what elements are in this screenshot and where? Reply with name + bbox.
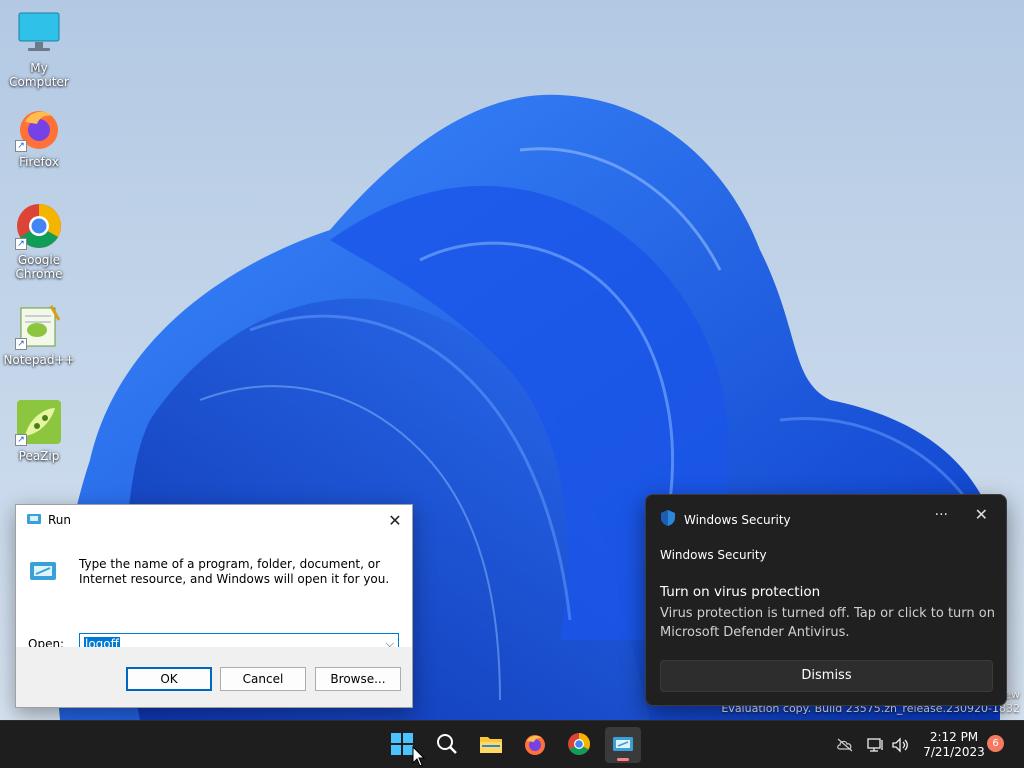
desktop-icon-label: Firefox (19, 155, 59, 169)
mouse-cursor-icon (412, 746, 426, 767)
run-icon (26, 512, 42, 529)
toast-header-title: Windows Security (684, 512, 791, 527)
close-icon[interactable]: ✕ (975, 505, 988, 524)
search-icon (436, 733, 458, 758)
file-explorer-button[interactable] (473, 727, 509, 763)
run-dialog: Run ✕ Type the name of a program, folder… (15, 504, 413, 708)
clock-date: 7/21/2023 (923, 745, 985, 759)
ok-button[interactable]: OK (126, 667, 212, 691)
run-icon (612, 735, 634, 756)
desktop-icon-label: Notepad++ (3, 353, 75, 367)
active-indicator (617, 758, 629, 761)
desktop-icon-my-computer[interactable]: My Computer (2, 10, 76, 89)
close-icon: ✕ (388, 510, 402, 530)
desktop-icon-peazip[interactable]: ↗ PeaZip (2, 398, 76, 463)
run-taskbar-button[interactable] (605, 727, 641, 763)
taskbar-clock[interactable]: 2:12 PM 7/21/2023 (920, 730, 988, 760)
chrome-icon: ↗ (15, 202, 63, 250)
windows-security-toast[interactable]: Windows Security ··· ✕ Windows Security … (645, 494, 1007, 706)
desktop-icon-chrome[interactable]: ↗ Google Chrome (2, 202, 76, 281)
volume-icon[interactable] (890, 735, 910, 755)
network-icon[interactable] (866, 735, 886, 755)
monitor-icon (15, 10, 63, 58)
chrome-taskbar-button[interactable] (561, 727, 597, 763)
notepadpp-icon: ↗ (15, 302, 63, 350)
file-explorer-icon (479, 733, 503, 758)
onedrive-offline-icon[interactable] (835, 735, 855, 755)
firefox-icon: ↗ (15, 104, 63, 152)
run-dialog-footer: OK Cancel Browse... (16, 647, 412, 707)
chrome-icon (567, 732, 591, 759)
toast-app-name: Windows Security (660, 548, 767, 562)
close-button[interactable]: ✕ (384, 509, 406, 531)
clock-time: 2:12 PM (929, 730, 979, 744)
desktop-icon-label: Google Chrome (15, 253, 63, 281)
firefox-taskbar-button[interactable] (517, 727, 553, 763)
desktop-icon-notepadpp[interactable]: ↗ Notepad++ (2, 302, 76, 367)
start-icon (391, 732, 413, 758)
peazip-icon: ↗ (15, 398, 63, 446)
run-dialog-message: Type the name of a program, folder, docu… (79, 557, 390, 586)
run-dialog-title: Run (48, 513, 72, 527)
notification-badge[interactable]: 6 (987, 735, 1004, 752)
desktop-icon-firefox[interactable]: ↗ Firefox (2, 104, 76, 169)
more-options-icon[interactable]: ··· (935, 507, 948, 523)
desktop-icon-label: My Computer (9, 61, 69, 89)
cancel-button[interactable]: Cancel (220, 667, 306, 691)
desktop-icon-label: PeaZip (18, 449, 60, 463)
shield-icon (660, 509, 676, 530)
firefox-icon (523, 732, 547, 759)
browse-button[interactable]: Browse... (315, 667, 401, 691)
taskbar: 2:12 PM 7/21/2023 (0, 720, 1024, 768)
run-program-icon (28, 559, 58, 586)
toast-body: Virus protection is turned off. Tap or c… (660, 606, 995, 640)
search-button[interactable] (429, 727, 465, 763)
run-dialog-titlebar[interactable]: Run (16, 505, 412, 535)
dismiss-button[interactable]: Dismiss (660, 660, 993, 692)
toast-title: Turn on virus protection (660, 584, 821, 600)
